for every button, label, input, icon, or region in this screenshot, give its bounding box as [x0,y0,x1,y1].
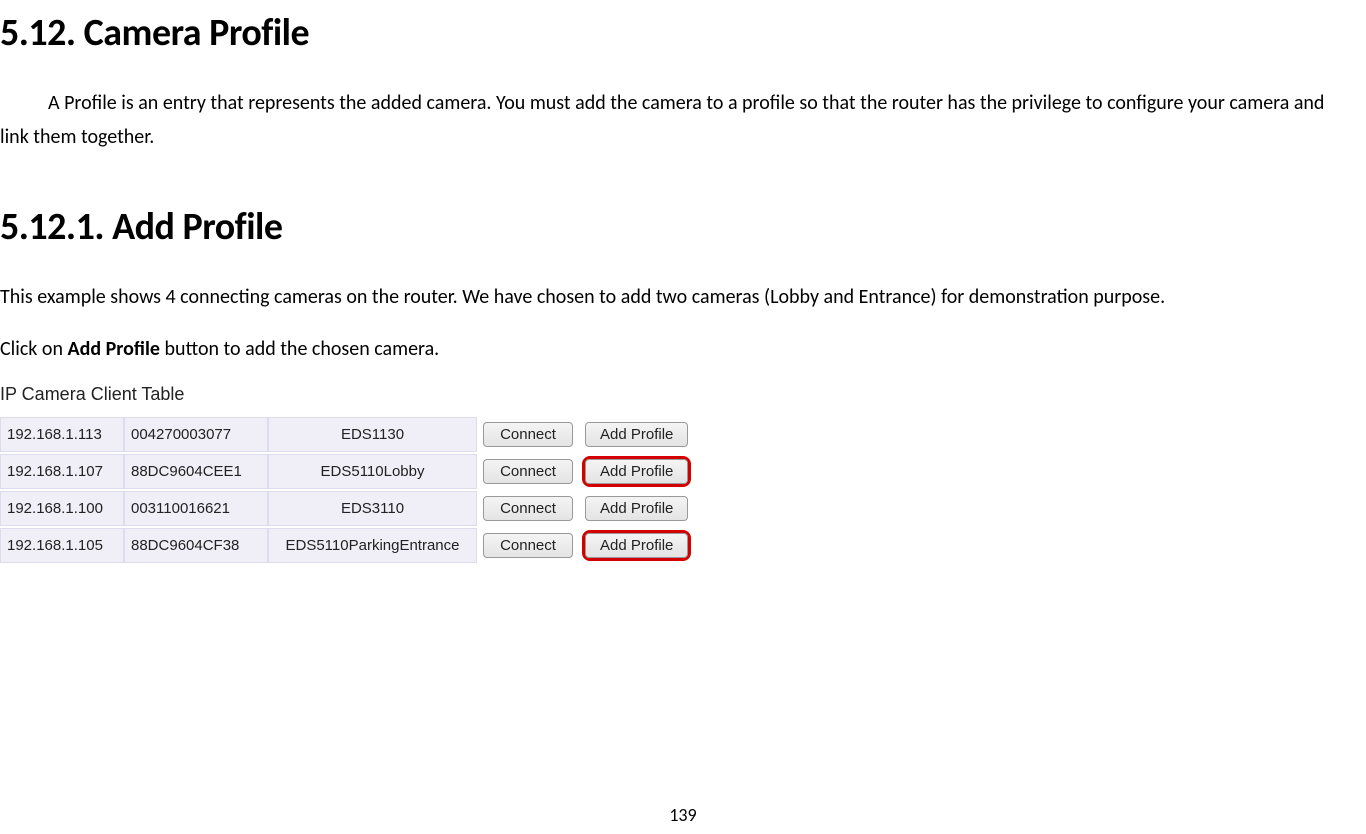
connect-cell: Connect [477,454,579,489]
add-profile-button[interactable]: Add Profile [585,422,688,447]
connect-cell: Connect [477,528,579,563]
add-profile-button[interactable]: Add Profile [585,459,688,484]
ip-cell: 192.168.1.107 [0,454,124,489]
button-wrap: Add Profile [582,493,691,524]
add-profile-cell: Add Profile [579,417,694,452]
section-heading: 5.12. Camera Profile [0,10,1356,56]
camera-name-cell: EDS5110ParkingEntrance [268,528,477,563]
connect-cell: Connect [477,417,579,452]
highlight-ring: Add Profile [582,456,691,487]
click-instruction: Click on Add Profile button to add the c… [0,332,1356,366]
mac-cell: 004270003077 [124,417,268,452]
camera-table: 192.168.1.113004270003077EDS1130ConnectA… [0,415,694,565]
mac-cell: 88DC9604CEE1 [124,454,268,489]
highlight-ring: Add Profile [582,530,691,561]
mac-cell: 88DC9604CF38 [124,528,268,563]
subsection-heading: 5.12.1. Add Profile [0,204,1356,250]
connect-button[interactable]: Connect [483,533,573,558]
ip-cell: 192.168.1.100 [0,491,124,526]
table-row: 192.168.1.10788DC9604CEE1EDS5110LobbyCon… [0,454,694,489]
click-bold: Add Profile [68,337,160,361]
mac-cell: 003110016621 [124,491,268,526]
camera-name-cell: EDS1130 [268,417,477,452]
add-profile-cell: Add Profile [579,454,694,489]
table-row: 192.168.1.113004270003077EDS1130Connect A… [0,417,694,452]
page-number: 139 [0,804,1366,826]
click-pre: Click on [0,337,68,361]
ip-cell: 192.168.1.105 [0,528,124,563]
connect-button[interactable]: Connect [483,496,573,521]
connect-button[interactable]: Connect [483,459,573,484]
add-profile-button[interactable]: Add Profile [585,533,688,558]
add-profile-cell: Add Profile [579,491,694,526]
click-post: button to add the chosen camera. [160,337,439,361]
add-profile-cell: Add Profile [579,528,694,563]
table-title: IP Camera Client Table [0,384,1356,405]
camera-name-cell: EDS3110 [268,491,477,526]
table-row: 192.168.1.100003110016621EDS3110Connect A… [0,491,694,526]
ip-cell: 192.168.1.113 [0,417,124,452]
example-paragraph: This example shows 4 connecting cameras … [0,280,1356,314]
connect-button[interactable]: Connect [483,422,573,447]
connect-cell: Connect [477,491,579,526]
table-row: 192.168.1.10588DC9604CF38EDS5110ParkingE… [0,528,694,563]
button-wrap: Add Profile [582,419,691,450]
intro-paragraph: A Profile is an entry that represents th… [0,86,1356,154]
add-profile-button[interactable]: Add Profile [585,496,688,521]
camera-name-cell: EDS5110Lobby [268,454,477,489]
